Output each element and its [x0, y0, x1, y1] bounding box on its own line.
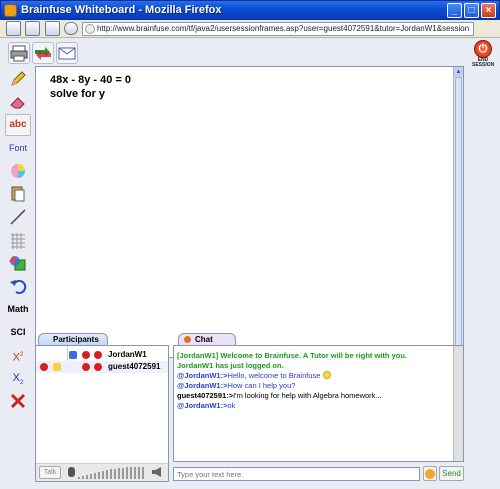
superscript-tool[interactable]: X2 [5, 344, 31, 366]
grid-icon [11, 233, 25, 249]
chat-message: [JordanW1] Welcome to Brainfuse. A Tutor… [177, 351, 408, 360]
scroll-thumb[interactable] [455, 77, 462, 347]
undo-icon [10, 279, 27, 294]
smiley-icon [425, 469, 435, 479]
paste-tool[interactable] [5, 183, 31, 205]
line-icon [10, 209, 26, 225]
chat-message: @JordanW1:>Hello, welcome to Brainfuse [177, 371, 453, 381]
clipboard-icon [11, 186, 25, 202]
shapes-tool[interactable] [5, 252, 31, 274]
maximize-button[interactable]: □ [464, 3, 479, 18]
text-tool[interactable]: abc [5, 114, 31, 136]
blocked-icon [40, 363, 48, 371]
chat-panel: [JordanW1] Welcome to Brainfuse. A Tutor… [173, 345, 464, 462]
end-session-button[interactable]: ⏻ END SESSION [472, 40, 494, 70]
reload-icon[interactable] [64, 22, 78, 35]
emoticon-button[interactable] [423, 466, 437, 481]
url-text: http://www.brainfuse.com/tf/java2/userse… [97, 24, 469, 33]
shapes-icon [9, 256, 26, 271]
talk-button[interactable]: Talk [39, 466, 61, 479]
tutor-icon [69, 351, 77, 359]
instruction-line: solve for y [50, 88, 106, 100]
font-tool[interactable]: Font [5, 137, 31, 159]
person-icon [184, 336, 191, 343]
scroll-up-arrow[interactable]: ▲ [454, 67, 463, 77]
whiteboard-app: ⏻ END SESSION abc Font Math SCI X2 X2 48… [0, 38, 500, 489]
pencil-icon [11, 71, 26, 86]
url-bar[interactable]: http://www.brainfuse.com/tf/java2/userse… [82, 22, 474, 36]
grid-tool[interactable] [5, 229, 31, 251]
line-tool[interactable] [5, 206, 31, 228]
participant-row[interactable]: guest4072591 [36, 361, 168, 373]
brainfuse-app-icon [4, 4, 17, 17]
pencil-tool[interactable] [5, 68, 31, 90]
no-mic-icon [82, 351, 90, 359]
chat-message: JordanW1 has just logged on. [177, 361, 284, 370]
undo-tool[interactable] [5, 275, 31, 297]
speaker-icon[interactable] [152, 467, 161, 477]
subscript-tool[interactable]: X2 [5, 367, 31, 389]
microphone-icon [68, 467, 75, 477]
email-icon[interactable] [56, 42, 78, 64]
site-icon [85, 24, 95, 34]
print-icon[interactable] [8, 42, 30, 64]
no-mic-icon [82, 363, 90, 371]
power-icon: ⏻ [474, 40, 492, 58]
whiteboard-scrollbar[interactable]: ▲ ▼ [453, 67, 463, 357]
participant-name: JordanW1 [108, 350, 147, 359]
volume-slider[interactable] [78, 467, 148, 479]
whiteboard-canvas[interactable]: 48x - 8y - 40 = 0 solve for y ▲ ▼ [35, 66, 464, 358]
sci-tool[interactable]: SCI [5, 321, 31, 343]
participant-name: guest4072591 [108, 362, 161, 371]
delete-icon [10, 393, 26, 409]
participant-row[interactable]: JordanW1 [36, 349, 168, 361]
clear-tool[interactable] [5, 390, 31, 412]
window-icon-2[interactable] [25, 21, 40, 36]
audio-controls: Talk [36, 463, 168, 481]
send-button[interactable]: Send [439, 466, 464, 481]
equation-line: 48x - 8y - 40 = 0 [50, 74, 132, 86]
close-button[interactable]: × [481, 3, 496, 18]
chat-message: @JordanW1:>ok [177, 401, 236, 410]
whiteboard-text: 48x - 8y - 40 = 0 solve for y [50, 73, 131, 101]
tab-participants[interactable]: Participants [38, 333, 108, 345]
whiteboard-toolbar: abc Font Math SCI X2 X2 [5, 68, 31, 453]
no-pen-icon [94, 351, 102, 359]
transfer-icon[interactable] [32, 42, 54, 64]
participants-panel: JordanW1 guest4072591 Talk [35, 345, 169, 482]
smiley-icon [322, 371, 331, 379]
chat-message: @JordanW1:>How can I help you? [177, 381, 296, 390]
window-icon[interactable] [6, 21, 21, 36]
navigation-bar: http://www.brainfuse.com/tf/java2/userse… [0, 20, 500, 38]
eraser-icon [10, 97, 25, 109]
math-tool[interactable]: Math [5, 298, 31, 320]
window-titlebar: Brainfuse Whiteboard - Mozilla Firefox _… [0, 0, 500, 20]
minimize-button[interactable]: _ [447, 3, 462, 18]
color-tool[interactable] [5, 160, 31, 182]
no-pen-icon [94, 363, 102, 371]
chat-message: guest4072591:>I'm looking for help with … [177, 391, 382, 400]
chat-input[interactable] [173, 467, 420, 481]
window-title: Brainfuse Whiteboard - Mozilla Firefox [21, 4, 222, 16]
chat-messages: [JordanW1] Welcome to Brainfuse. A Tutor… [177, 351, 453, 411]
color-wheel-icon [11, 164, 25, 178]
tab-icon[interactable] [45, 21, 60, 36]
chat-bubble-icon [53, 363, 61, 371]
chat-scrollbar[interactable] [453, 346, 463, 461]
eraser-tool[interactable] [5, 91, 31, 113]
